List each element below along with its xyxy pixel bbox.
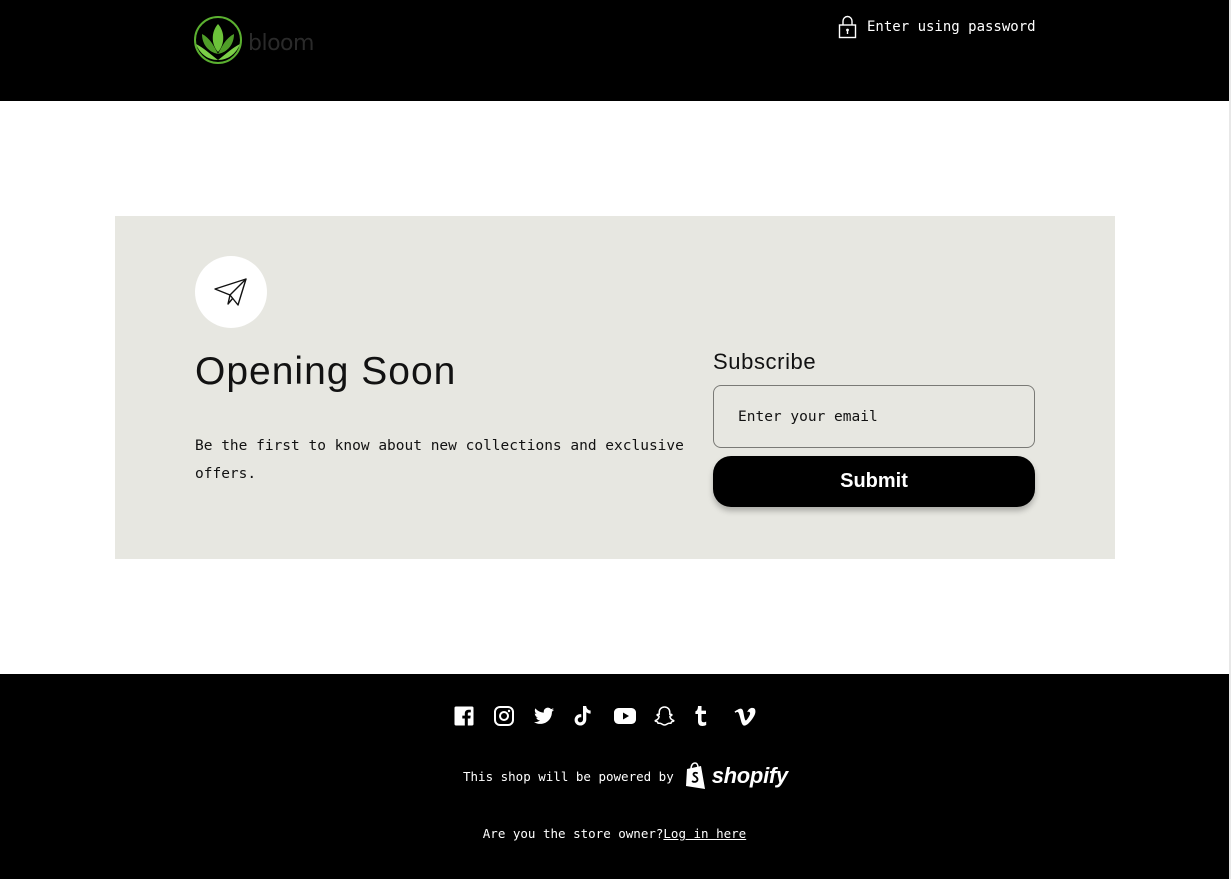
- facebook-link[interactable]: [454, 705, 494, 727]
- shopify-bag-icon: [685, 762, 705, 789]
- subscribe-label: Subscribe: [713, 349, 817, 374]
- bloom-logo[interactable]: bloom: [194, 14, 318, 66]
- enter-password-link[interactable]: Enter using password: [838, 14, 1036, 40]
- twitter-link[interactable]: [534, 705, 574, 727]
- lock-icon: [838, 15, 857, 39]
- logo-wordmark: bloom: [248, 31, 314, 56]
- paper-plane-badge: [195, 256, 267, 328]
- header: bloom Enter using password: [0, 0, 1229, 101]
- page-title: Opening Soon: [195, 350, 457, 393]
- snapchat-link[interactable]: [654, 705, 694, 727]
- tagline: Be the first to know about new collectio…: [195, 438, 684, 482]
- vimeo-icon: [734, 707, 756, 726]
- youtube-link[interactable]: [614, 705, 654, 727]
- email-field[interactable]: [713, 385, 1035, 448]
- twitter-icon: [534, 707, 554, 724]
- shopify-logo-link[interactable]: shopify: [684, 762, 788, 790]
- tiktok-link[interactable]: [574, 705, 614, 727]
- lotus-logo-icon: [194, 16, 242, 64]
- paper-plane-icon: [214, 278, 247, 306]
- tiktok-icon: [574, 706, 591, 726]
- enter-password-label: Enter using password: [867, 19, 1036, 35]
- instagram-icon: [494, 706, 514, 726]
- shopify-wordmark: shopify: [711, 763, 788, 788]
- newsletter-panel: Opening Soon Be the first to know about …: [115, 216, 1115, 559]
- facebook-icon: [454, 706, 474, 726]
- store-owner-question: Are you the store owner?: [482, 826, 664, 841]
- snapchat-icon: [654, 706, 675, 726]
- footer: This shop will be powered by shopify Are…: [0, 674, 1229, 879]
- powered-by: This shop will be powered by shopify: [463, 760, 788, 792]
- log-in-link[interactable]: Log in here: [663, 826, 746, 841]
- powered-by-text: This shop will be powered by: [463, 768, 674, 784]
- tumblr-icon: [695, 706, 707, 726]
- social-links: [454, 705, 774, 727]
- store-owner-line: Are you the store owner?Log in here: [0, 826, 1229, 841]
- submit-button[interactable]: Submit: [713, 456, 1035, 507]
- instagram-link[interactable]: [494, 705, 534, 727]
- youtube-icon: [614, 708, 636, 724]
- vimeo-link[interactable]: [734, 705, 774, 727]
- tumblr-link[interactable]: [694, 705, 734, 727]
